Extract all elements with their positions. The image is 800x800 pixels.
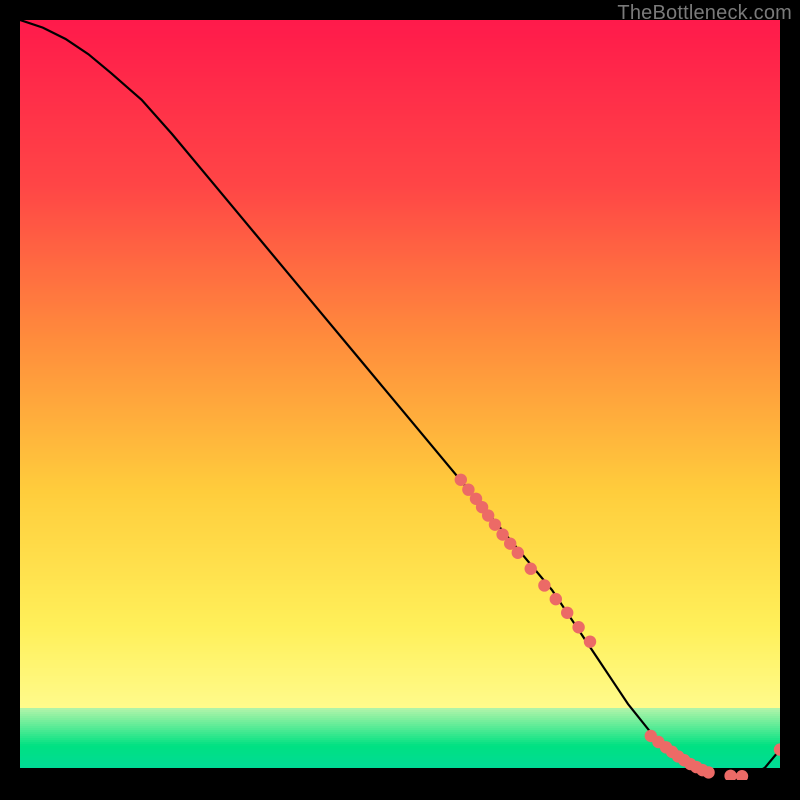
data-point xyxy=(489,518,501,530)
data-point xyxy=(702,766,714,778)
data-point xyxy=(512,547,524,559)
chart-stage: TheBottleneck.com xyxy=(0,0,800,800)
data-point xyxy=(455,474,467,486)
chart-background xyxy=(20,20,780,780)
data-point xyxy=(538,579,550,591)
data-point xyxy=(561,607,573,619)
data-point xyxy=(584,635,596,647)
data-point xyxy=(550,593,562,605)
bottleneck-chart xyxy=(20,20,780,780)
data-point xyxy=(572,621,584,633)
data-point xyxy=(525,563,537,575)
